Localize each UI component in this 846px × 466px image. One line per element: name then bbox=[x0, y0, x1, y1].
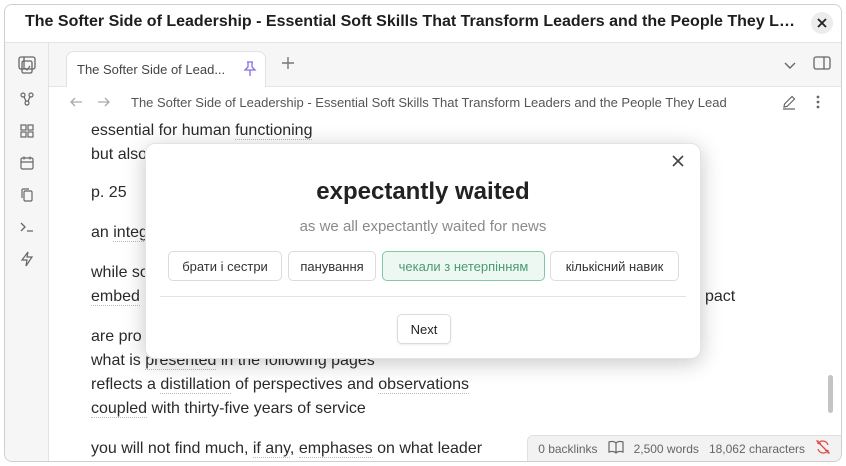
text-line: are pro bbox=[91, 328, 142, 345]
tab-label: The Softer Side of Lead... bbox=[77, 62, 226, 77]
answer-option-1[interactable]: брати і сестри bbox=[168, 251, 282, 281]
more-options-icon[interactable] bbox=[815, 94, 821, 115]
next-button[interactable]: Next bbox=[397, 314, 451, 344]
chevron-down-icon[interactable] bbox=[783, 58, 797, 76]
arrow-left-icon[interactable] bbox=[69, 95, 83, 114]
title-bar: The Softer Side of Leadership - Essentia… bbox=[5, 5, 841, 43]
tab-bar: The Softer Side of Lead... bbox=[49, 43, 841, 87]
canvas-icon[interactable] bbox=[18, 122, 36, 140]
book-icon[interactable] bbox=[607, 440, 624, 457]
scrollbar-thumb[interactable] bbox=[828, 375, 833, 413]
modal-close-icon[interactable] bbox=[672, 154, 684, 172]
quiz-modal: expectantly waited as we all expectantly… bbox=[145, 143, 701, 359]
view-header: The Softer Side of Leadership - Essentia… bbox=[49, 87, 841, 119]
tab-active-note[interactable]: The Softer Side of Lead... bbox=[66, 51, 266, 87]
text-line: coupled with thirty-five years of servic… bbox=[91, 400, 366, 418]
pin-icon[interactable] bbox=[243, 61, 257, 82]
note-title[interactable]: The Softer Side of Leadership - Essentia… bbox=[131, 95, 761, 110]
text-line: but also bbox=[91, 146, 148, 163]
terminal-icon[interactable] bbox=[18, 218, 36, 236]
lightning-icon[interactable] bbox=[18, 250, 36, 268]
text-line: essential for human functioning bbox=[91, 122, 313, 140]
answer-option-4[interactable]: кількісний навик bbox=[550, 251, 679, 281]
divider bbox=[160, 296, 686, 297]
graph-view-icon[interactable] bbox=[18, 90, 36, 108]
close-icon bbox=[817, 18, 827, 28]
answer-option-2[interactable]: панування bbox=[288, 251, 376, 281]
text-line: while so bbox=[91, 264, 149, 281]
text-line: pact bbox=[705, 288, 736, 305]
answer-option-3-selected[interactable]: чекали з нетерпінням bbox=[382, 251, 545, 281]
window-close-button[interactable] bbox=[811, 12, 833, 34]
left-ribbon bbox=[5, 43, 49, 461]
quiz-context: as we all expectantly waited for news bbox=[299, 218, 547, 235]
arrow-right-icon[interactable] bbox=[97, 95, 111, 114]
status-bar: 0 backlinks 2,500 words 18,062 character… bbox=[527, 435, 841, 461]
text-line: p. 25 bbox=[91, 184, 127, 201]
left-sidebar-toggle-icon[interactable] bbox=[18, 55, 36, 76]
sync-error-icon[interactable] bbox=[815, 439, 831, 458]
new-tab-icon[interactable] bbox=[281, 56, 295, 75]
edit-pencil-icon[interactable] bbox=[781, 94, 797, 115]
window-title: The Softer Side of Leadership - Essentia… bbox=[25, 13, 795, 30]
answer-options: брати і сестри панування чекали з нетерп… bbox=[168, 251, 680, 281]
right-sidebar-toggle-icon[interactable] bbox=[813, 55, 831, 76]
text-line: reflects a distillation of perspectives … bbox=[91, 376, 469, 394]
word-count: 2,500 words bbox=[633, 441, 699, 456]
backlinks-count[interactable]: 0 backlinks bbox=[538, 442, 597, 456]
calendar-icon[interactable] bbox=[18, 154, 36, 172]
character-count: 18,062 characters bbox=[708, 441, 805, 456]
quiz-word: expectantly waited bbox=[316, 178, 530, 205]
text-line: you will not find much, if any, emphases… bbox=[91, 440, 483, 458]
text-line: an integ bbox=[91, 224, 148, 242]
text-line: embed bbox=[91, 288, 140, 306]
copy-icon[interactable] bbox=[18, 186, 36, 204]
